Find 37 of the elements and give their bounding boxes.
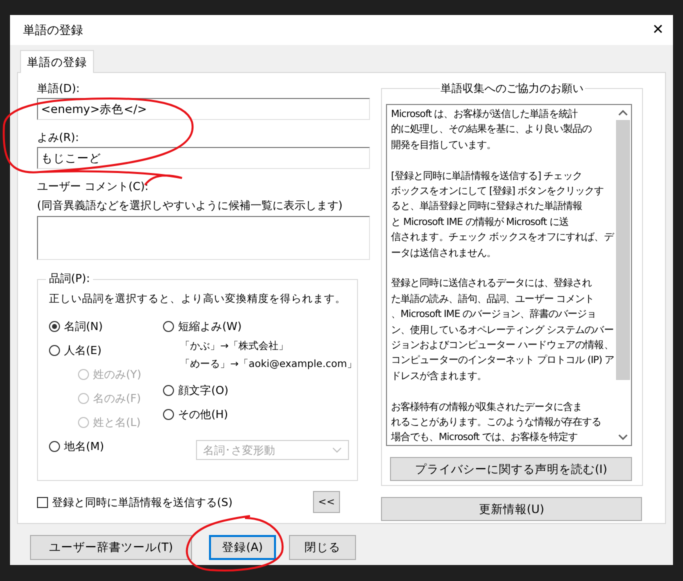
field-label: よみ(R):: [37, 130, 79, 145]
scroll-up-icon[interactable]: [618, 110, 628, 116]
info-paragraph: 登録と同時に送信されるデータには、登録され た単語の読み、語句、品詞、ユーザー コメント 、Microsoft IME のバージョン、辞書のバージョ ン、使用しているオペレーティング システムのバー ジョンおよびコンピューター ハードウェアの情報、 コンピューターのインターネット プロトコル (IP) ア ドレスが含まれます。: [391, 276, 614, 384]
radio-option[interactable]: 人名(E): [49, 338, 102, 362]
example-text: 「めーる」→「aoki@example.com」: [180, 358, 357, 372]
tab[interactable]: 単語の登録: [20, 50, 94, 73]
privacy-button[interactable]: プライバシーに関する声明を読む(I): [390, 457, 632, 481]
dialog-button[interactable]: 登録(A): [209, 535, 276, 560]
comment-input-field[interactable]: [37, 216, 370, 260]
update-button[interactable]: 更新情報(U): [381, 497, 642, 521]
dialog-button[interactable]: ユーザー辞書ツール(T): [30, 535, 192, 560]
radio-option[interactable]: その他(H): [163, 402, 228, 426]
info-paragraph: Microsoft は、お客様が送信した単語を統計 的に処理し、その結果を基に、より良い製品の 開発を目指しています。: [391, 108, 592, 153]
group-title: 品詞(P):: [46, 271, 93, 286]
word-input-field[interactable]: <enemy>赤色</>: [37, 98, 370, 120]
reading-input-field[interactable]: もじこーど: [37, 147, 370, 169]
checkbox[interactable]: [37, 496, 48, 508]
info-paragraph: お客様特有の情報が収集されたデータに含ま れることがあります。このような情報が存在する 場合でも、Microsoft では、お客様を特定す: [391, 400, 602, 445]
checkbox-option[interactable]: 登録と同時に単語情報を送信する(S): [37, 494, 233, 510]
close-button[interactable]: ✕: [643, 15, 673, 45]
dialog-button[interactable]: 閉じる: [289, 535, 356, 560]
group-title: 単語収集へのご協力のお願い: [440, 81, 584, 96]
scrollbar-thumb[interactable]: [616, 120, 630, 380]
radio-option[interactable]: 短縮よみ(W): [163, 314, 242, 338]
chevron-down-icon: [332, 447, 342, 453]
scroll-down-icon[interactable]: [618, 434, 628, 440]
field-label: ユーザー コメント(C):: [37, 179, 148, 194]
radio-option[interactable]: 名詞(N): [49, 314, 103, 338]
info-paragraph: [登録と同時に単語情報を送信する] チェック ボックスをオンにして [登録] ボタンをクリックす ると、単語登録と同時に登録された単語情報 と Microsoft IME の情報が Microsoft に送 信されます。チェック ボックスをオフにすれば、デ ータは送信されません。: [391, 170, 614, 261]
field-label: 単語(D):: [37, 81, 80, 96]
hint-text: 正しい品詞を選択すると、より高い変換精度を得られます。: [49, 292, 346, 306]
collapse-button[interactable]: <<: [313, 491, 340, 513]
radio-option[interactable]: 地名(M): [49, 434, 104, 458]
hint-text: (同音異義語などを選択しやすいように候補一覧に表示します): [37, 198, 343, 213]
example-text: 「かぶ」→「株式会社」: [180, 340, 289, 354]
radio-option[interactable]: 顔文字(O): [163, 378, 228, 402]
window-title: 単語の登録: [23, 22, 83, 38]
